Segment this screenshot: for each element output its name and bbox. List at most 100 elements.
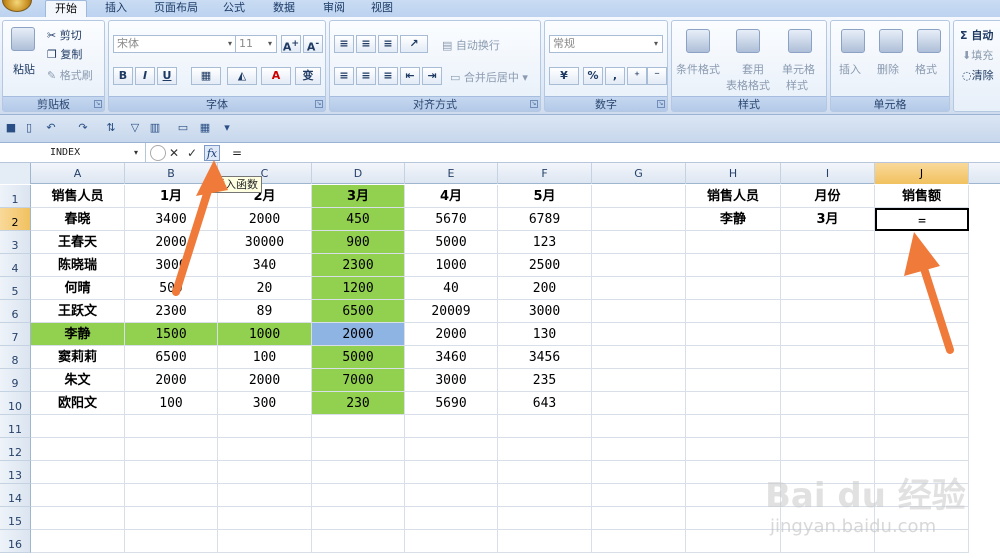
table-cell[interactable]: 3400 (125, 208, 218, 231)
empty-cell[interactable] (498, 438, 592, 461)
table-cell[interactable]: 1000 (218, 323, 312, 346)
empty-cell[interactable] (498, 461, 592, 484)
empty-cell[interactable] (781, 323, 875, 346)
empty-cell[interactable] (125, 484, 218, 507)
table-cell[interactable]: 2000 (405, 323, 498, 346)
table-cell[interactable]: 7000 (312, 369, 405, 392)
empty-cell[interactable] (592, 346, 686, 369)
empty-cell[interactable] (218, 415, 312, 438)
table-cell[interactable]: 王跃文 (31, 300, 125, 323)
empty-cell[interactable] (592, 300, 686, 323)
table-cell[interactable]: 2000 (218, 369, 312, 392)
empty-cell[interactable] (686, 392, 781, 415)
table-cell[interactable]: 何晴 (31, 277, 125, 300)
sort-icon[interactable]: ⇅ (104, 121, 118, 135)
empty-cell[interactable] (592, 415, 686, 438)
increase-indent-button[interactable]: ⇥ (422, 67, 442, 85)
empty-cell[interactable] (781, 438, 875, 461)
undo-icon[interactable]: ↶ (44, 121, 58, 135)
empty-cell[interactable] (405, 415, 498, 438)
phonetic-button[interactable]: 变 (295, 67, 321, 85)
align-middle-button[interactable]: ≡ (356, 35, 376, 53)
empty-cell[interactable] (592, 438, 686, 461)
column-header-F[interactable]: F (498, 163, 592, 184)
border-button[interactable]: ▦ (191, 67, 221, 85)
table-cell[interactable]: 6500 (312, 300, 405, 323)
column-header-J[interactable]: J (875, 163, 969, 184)
table-cell[interactable]: 李静 (31, 323, 125, 346)
table-cell[interactable]: 5000 (312, 346, 405, 369)
column-header-E[interactable]: E (405, 163, 498, 184)
empty-cell[interactable] (875, 323, 969, 346)
empty-cell[interactable] (875, 254, 969, 277)
empty-cell[interactable] (498, 415, 592, 438)
table-cell[interactable]: 1500 (125, 323, 218, 346)
empty-cell[interactable] (875, 231, 969, 254)
empty-cell[interactable] (592, 530, 686, 553)
table-cell[interactable]: 500 (125, 277, 218, 300)
table-format-icon[interactable] (736, 29, 760, 53)
empty-cell[interactable] (125, 530, 218, 553)
comma-button[interactable]: , (605, 67, 625, 85)
shrink-font-button[interactable]: A- (303, 35, 323, 54)
redo-icon[interactable]: ↷ (76, 121, 90, 135)
autosum-button[interactable]: Σ 自动 (960, 27, 993, 43)
empty-cell[interactable] (312, 484, 405, 507)
align-right-button[interactable]: ≡ (378, 67, 398, 85)
select-all-corner[interactable] (0, 163, 31, 184)
insert-function-icon[interactable]: fx (204, 145, 220, 161)
table-cell[interactable]: 3000 (405, 369, 498, 392)
table-cell[interactable]: 230 (312, 392, 405, 415)
empty-cell[interactable] (781, 392, 875, 415)
row-header-7[interactable]: 7 (0, 323, 31, 346)
customize-toolbar-icon[interactable]: ▾ (220, 121, 234, 135)
empty-cell[interactable] (312, 415, 405, 438)
align-top-button[interactable]: ≡ (334, 35, 354, 53)
table-cell[interactable]: 2000 (125, 369, 218, 392)
table-cell[interactable]: 春晓 (31, 208, 125, 231)
table-cell[interactable]: 100 (125, 392, 218, 415)
table-format-button-line1[interactable]: 套用 (742, 61, 764, 77)
row-header-11[interactable]: 11 (0, 415, 31, 438)
empty-cell[interactable] (781, 277, 875, 300)
column-header-A[interactable]: A (31, 163, 125, 184)
empty-cell[interactable] (592, 185, 686, 208)
cell-styles-button-line2[interactable]: 样式 (786, 77, 808, 93)
empty-cell[interactable] (875, 369, 969, 392)
table-format-button-line2[interactable]: 表格格式 (726, 77, 770, 93)
table-cell[interactable]: 300 (218, 392, 312, 415)
filter-icon[interactable]: ▽ (128, 121, 142, 135)
empty-cell[interactable] (781, 346, 875, 369)
table-cell[interactable]: 5000 (405, 231, 498, 254)
save-icon[interactable]: ■ (4, 121, 18, 135)
formula-input[interactable]: = (232, 143, 242, 163)
empty-cell[interactable] (312, 461, 405, 484)
empty-cell[interactable] (875, 392, 969, 415)
table-cell[interactable]: 20 (218, 277, 312, 300)
table-header-cell[interactable]: 5月 (498, 185, 592, 208)
empty-cell[interactable] (592, 323, 686, 346)
column-header-G[interactable]: G (592, 163, 686, 184)
lookup-header-cell[interactable]: 月份 (781, 185, 875, 208)
empty-cell[interactable] (686, 346, 781, 369)
empty-cell[interactable] (686, 254, 781, 277)
new-file-icon[interactable]: ▯ (22, 121, 36, 135)
empty-cell[interactable] (31, 507, 125, 530)
row-header-1[interactable]: 1 (0, 185, 31, 208)
table-cell[interactable]: 2000 (312, 323, 405, 346)
table-cell[interactable]: 2000 (218, 208, 312, 231)
align-left-button[interactable]: ≡ (334, 67, 354, 85)
table-cell[interactable]: 5670 (405, 208, 498, 231)
empty-cell[interactable] (592, 208, 686, 231)
row-header-2[interactable]: 2 (0, 208, 31, 231)
table-cell[interactable]: 123 (498, 231, 592, 254)
lookup-header-cell[interactable]: 销售人员 (686, 185, 781, 208)
table-cell[interactable]: 40 (405, 277, 498, 300)
empty-cell[interactable] (686, 231, 781, 254)
tab-view[interactable]: 视图 (362, 0, 402, 17)
empty-cell[interactable] (405, 507, 498, 530)
table-cell[interactable]: 130 (498, 323, 592, 346)
table-cell[interactable]: 100 (218, 346, 312, 369)
empty-cell[interactable] (875, 300, 969, 323)
empty-cell[interactable] (686, 300, 781, 323)
